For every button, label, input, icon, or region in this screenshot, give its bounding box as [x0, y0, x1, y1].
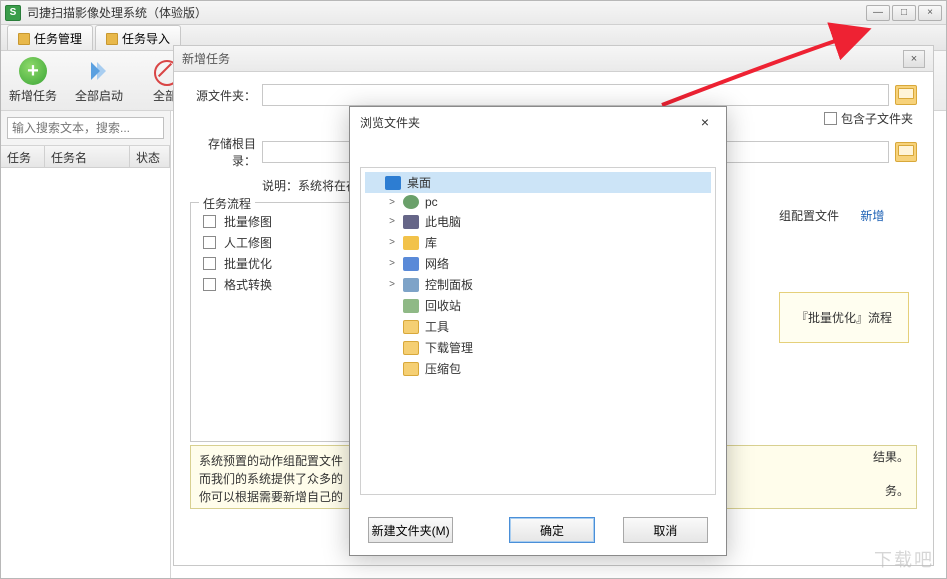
tab-task-manage[interactable]: 任务管理 [7, 25, 93, 50]
folder-icon [403, 299, 419, 313]
minimize-button[interactable]: — [866, 5, 890, 21]
config-file-label: 组配置文件 [779, 209, 839, 223]
tree-label: 工具 [425, 318, 449, 335]
tab-task-import[interactable]: 任务导入 [95, 25, 181, 50]
tree-label: 库 [425, 234, 437, 251]
panel-close-button[interactable]: × [903, 50, 925, 68]
window-title: 司捷扫描影像处理系统（体验版） [27, 4, 866, 21]
include-subfolders-label: 包含子文件夹 [841, 110, 913, 127]
src-folder-input[interactable] [262, 84, 889, 106]
panel-title: 新增任务 [182, 50, 230, 67]
add-config-link[interactable]: 新增 [860, 209, 884, 223]
flow-label: 批量修图 [224, 213, 272, 230]
title-bar: S 司捷扫描影像处理系统（体验版） — □ × [1, 1, 946, 25]
tree-label: 网络 [425, 255, 449, 272]
tree-label: 此电脑 [425, 213, 461, 230]
folder-icon [403, 257, 419, 271]
play-icon [85, 57, 113, 85]
flow-label: 格式转换 [224, 276, 272, 293]
dialog-close-button[interactable]: × [694, 111, 716, 133]
flow-item[interactable]: 批量优化 [203, 253, 351, 274]
tree-item[interactable]: > 控制面板 [365, 274, 711, 295]
tab-label: 任务管理 [34, 30, 82, 47]
sheet-icon [106, 33, 118, 45]
expander-icon[interactable]: > [387, 197, 397, 208]
tree-item[interactable]: 回收站 [365, 295, 711, 316]
browse-src-button[interactable] [895, 85, 917, 105]
col-task-name[interactable]: 任务名 [45, 146, 130, 167]
flow-checkbox[interactable] [203, 257, 216, 270]
flow-checkbox[interactable] [203, 236, 216, 249]
tree-item[interactable]: > pc [365, 193, 711, 211]
tree-label: pc [425, 195, 438, 209]
dialog-ok-button[interactable]: 确定 [509, 517, 594, 543]
tree-label: 控制面板 [425, 276, 473, 293]
main-window: S 司捷扫描影像处理系统（体验版） — □ × 任务管理 任务导入 新增任务 全… [0, 0, 947, 579]
tree-label: 下载管理 [425, 339, 473, 356]
expander-icon[interactable]: > [387, 237, 397, 248]
tree-label: 桌面 [407, 174, 431, 191]
dialog-title: 浏览文件夹 [360, 114, 420, 131]
col-task-id[interactable]: 任务ID [1, 146, 45, 167]
toolbar-start-all[interactable]: 全部启动 [75, 57, 123, 104]
right-hints: 组配置文件 新增 [779, 204, 909, 228]
folder-icon [403, 215, 419, 229]
result-text: 结果。 [873, 448, 909, 465]
flow-checkbox[interactable] [203, 278, 216, 291]
folder-tree[interactable]: 桌面>pc>此电脑>库>网络>控制面板回收站工具下载管理压缩包 [360, 167, 716, 495]
flow-item[interactable]: 批量修图 [203, 211, 351, 232]
watermark: 下载吧 [874, 546, 934, 572]
src-folder-label: 源文件夹： [190, 87, 262, 104]
task-flow-group: 任务流程 批量修图人工修图批量优化格式转换 [190, 202, 360, 442]
tab-label: 任务导入 [122, 30, 170, 47]
toolbar-label: 全部启动 [75, 87, 123, 104]
tree-item[interactable]: > 网络 [365, 253, 711, 274]
expander-icon[interactable]: > [387, 279, 397, 290]
flow-checkbox[interactable] [203, 215, 216, 228]
panel-titlebar: 新增任务 × [174, 46, 933, 72]
dialog-cancel-button[interactable]: 取消 [623, 517, 708, 543]
browse-store-button[interactable] [895, 142, 917, 162]
folder-icon [385, 176, 401, 190]
flow-label: 人工修图 [224, 234, 272, 251]
col-task-status[interactable]: 状态 [130, 146, 170, 167]
new-folder-button[interactable]: 新建文件夹(M) [368, 517, 453, 543]
tree-item[interactable]: 下载管理 [365, 337, 711, 358]
flow-hint-box: 『批量优化』流程 [779, 292, 909, 343]
sheet-icon [18, 33, 30, 45]
folder-icon [403, 195, 419, 209]
folder-icon [403, 320, 419, 334]
task-grid-body [1, 168, 170, 578]
folder-icon [403, 362, 419, 376]
toolbar-add-task[interactable]: 新增任务 [9, 57, 57, 104]
search-input[interactable] [7, 117, 164, 139]
folder-icon [403, 278, 419, 292]
tree-item[interactable]: 工具 [365, 316, 711, 337]
browse-folder-dialog: 浏览文件夹 × 桌面>pc>此电脑>库>网络>控制面板回收站工具下载管理压缩包 … [349, 106, 727, 556]
tree-label: 压缩包 [425, 360, 461, 377]
store-root-label: 存储根目录： [190, 135, 262, 169]
include-subfolders-checkbox[interactable] [824, 112, 837, 125]
flow-item[interactable]: 格式转换 [203, 274, 351, 295]
tree-item[interactable]: 桌面 [365, 172, 711, 193]
add-icon [19, 57, 47, 85]
flow-label: 批量优化 [224, 255, 272, 272]
maximize-button[interactable]: □ [892, 5, 916, 21]
tree-item[interactable]: >库 [365, 232, 711, 253]
tree-item[interactable]: 压缩包 [365, 358, 711, 379]
toolbar-label: 新增任务 [9, 87, 57, 104]
trail-text: 务。 [885, 482, 909, 499]
task-sidebar: 任务ID 任务名 状态 [1, 111, 171, 578]
expander-icon[interactable]: > [387, 216, 397, 227]
task-grid-header: 任务ID 任务名 状态 [1, 146, 170, 168]
app-icon: S [5, 5, 21, 21]
folder-icon [403, 341, 419, 355]
tree-item[interactable]: > 此电脑 [365, 211, 711, 232]
flow-item[interactable]: 人工修图 [203, 232, 351, 253]
tree-label: 回收站 [425, 297, 461, 314]
expander-icon[interactable]: > [387, 258, 397, 269]
folder-icon [403, 236, 419, 250]
task-flow-legend: 任务流程 [199, 195, 255, 212]
close-button[interactable]: × [918, 5, 942, 21]
